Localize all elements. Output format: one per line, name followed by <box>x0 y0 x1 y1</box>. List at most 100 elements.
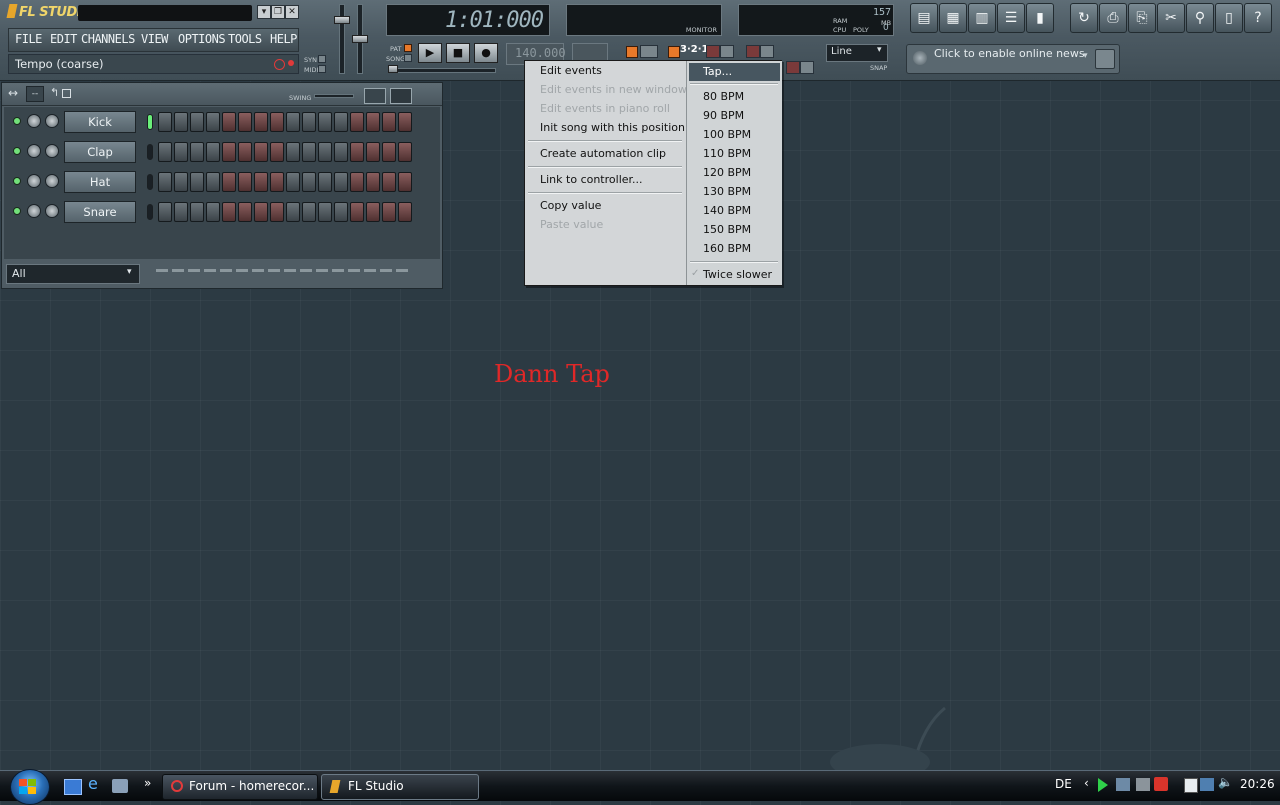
menu-item-twice-slower[interactable]: Twice slower <box>703 268 772 281</box>
channel-button-kick[interactable]: Kick <box>64 111 136 133</box>
step-button[interactable] <box>350 142 364 162</box>
metronome-toggle[interactable] <box>626 46 638 58</box>
step-button[interactable] <box>270 112 284 132</box>
play-button[interactable]: ▶ <box>418 43 442 63</box>
step-button[interactable] <box>334 172 348 192</box>
step-button[interactable] <box>270 142 284 162</box>
menu-item-bpm-140[interactable]: 140 BPM <box>703 204 751 217</box>
playlist-icon[interactable]: ▤ <box>910 3 938 33</box>
step-button[interactable] <box>174 142 188 162</box>
tray-antivirus-icon[interactable] <box>1154 777 1168 791</box>
stop-button[interactable]: ■ <box>446 43 470 63</box>
menu-item-bpm-120[interactable]: 120 BPM <box>703 166 751 179</box>
joystick-icon[interactable] <box>800 61 814 74</box>
step-button[interactable] <box>302 112 316 132</box>
step-button[interactable] <box>398 142 412 162</box>
step-button[interactable] <box>158 202 172 222</box>
multilink-toggle[interactable] <box>746 45 760 58</box>
resize-arrows-icon[interactable]: ↔ <box>8 86 18 100</box>
step-button[interactable] <box>318 202 332 222</box>
pan-knob[interactable] <box>27 144 41 158</box>
tray-device-icon[interactable] <box>1136 778 1150 791</box>
swing-slider[interactable] <box>314 94 354 98</box>
step-button[interactable] <box>222 202 236 222</box>
step-button[interactable] <box>366 172 380 192</box>
channel-mute-led[interactable] <box>13 117 21 125</box>
menu-item-copy-value[interactable]: Copy value <box>540 199 601 212</box>
step-button[interactable] <box>366 202 380 222</box>
step-button[interactable] <box>238 172 252 192</box>
step-button[interactable] <box>238 142 252 162</box>
channel-select-indicator[interactable] <box>147 114 153 130</box>
show-desktop-icon[interactable] <box>64 779 82 795</box>
record-button[interactable]: ● <box>474 43 498 63</box>
volume-knob[interactable] <box>45 144 59 158</box>
tray-network-icon[interactable] <box>1116 778 1130 791</box>
close-button[interactable]: ✕ <box>285 5 299 19</box>
step-button[interactable] <box>238 112 252 132</box>
countdown-icon[interactable]: 3·2·1 <box>680 44 708 55</box>
tray-expand-icon[interactable]: ‹ <box>1084 776 1089 790</box>
step-button[interactable] <box>206 142 220 162</box>
syn-toggle[interactable] <box>318 55 326 63</box>
volume-knob[interactable] <box>45 204 59 218</box>
auto-scroll-toggle[interactable] <box>786 61 800 74</box>
help-icon[interactable]: ? <box>1244 3 1272 33</box>
menu-item-bpm-150[interactable]: 150 BPM <box>703 223 751 236</box>
waveform-monitor[interactable]: MONITOR <box>566 4 722 36</box>
menu-item-bpm-130[interactable]: 130 BPM <box>703 185 751 198</box>
step-button[interactable] <box>174 112 188 132</box>
channel-select-indicator[interactable] <box>147 144 153 160</box>
taskbar-fl-studio[interactable]: FL Studio <box>321 774 479 800</box>
piano-roll-icon[interactable]: ▥ <box>968 3 996 33</box>
step-button[interactable] <box>206 202 220 222</box>
render-icon[interactable]: ⎘ <box>1128 3 1156 33</box>
tools-icon[interactable]: ⚲ <box>1186 3 1214 33</box>
menu-item-link-to-controller[interactable]: Link to controller... <box>540 173 643 186</box>
pat-mode-toggle[interactable] <box>404 44 412 52</box>
step-button[interactable] <box>398 172 412 192</box>
cut-icon[interactable]: ✂ <box>1157 3 1185 33</box>
step-button[interactable] <box>286 142 300 162</box>
step-button[interactable] <box>158 142 172 162</box>
master-volume-slider[interactable] <box>334 16 350 24</box>
tray-play-icon[interactable] <box>1098 778 1108 792</box>
blend-notes-icon[interactable] <box>720 45 734 58</box>
channel-options-icon[interactable]: -- <box>26 86 44 102</box>
step-button[interactable] <box>350 202 364 222</box>
step-edit-toggle[interactable] <box>706 45 720 58</box>
step-button[interactable] <box>366 142 380 162</box>
wait-input-toggle[interactable] <box>668 46 680 58</box>
menu-item-bpm-100[interactable]: 100 BPM <box>703 128 751 141</box>
step-button[interactable] <box>398 112 412 132</box>
graph-editor-icon[interactable] <box>364 88 386 104</box>
switch-windows-icon[interactable] <box>112 779 128 793</box>
master-pitch-slider[interactable] <box>352 35 368 43</box>
save-icon[interactable]: ⎙ <box>1099 3 1127 33</box>
step-button[interactable] <box>302 202 316 222</box>
close-window-icon[interactable] <box>62 89 71 98</box>
step-button[interactable] <box>206 172 220 192</box>
song-position-slider[interactable] <box>388 65 398 73</box>
menu-item-create-automation-clip[interactable]: Create automation clip <box>540 147 666 160</box>
step-button[interactable] <box>318 112 332 132</box>
step-button[interactable] <box>334 112 348 132</box>
step-button[interactable] <box>286 202 300 222</box>
step-button[interactable] <box>174 172 188 192</box>
keyboard-editor-icon[interactable] <box>390 88 412 104</box>
typing-keyboard-icon[interactable] <box>640 45 658 58</box>
channel-button-clap[interactable]: Clap <box>64 141 136 163</box>
browser-icon[interactable]: ☰ <box>997 3 1025 33</box>
step-button[interactable] <box>382 142 396 162</box>
step-button[interactable] <box>238 202 252 222</box>
channel-mute-led[interactable] <box>13 207 21 215</box>
step-button[interactable] <box>382 112 396 132</box>
volume-knob[interactable] <box>45 174 59 188</box>
menu-item-bpm-160[interactable]: 160 BPM <box>703 242 751 255</box>
tray-monitor-icon[interactable] <box>1200 778 1214 791</box>
menu-view[interactable]: VIEW <box>141 32 168 46</box>
step-button[interactable] <box>190 142 204 162</box>
menu-item-bpm-90[interactable]: 90 BPM <box>703 109 744 122</box>
step-button[interactable] <box>382 172 396 192</box>
pan-knob[interactable] <box>27 114 41 128</box>
